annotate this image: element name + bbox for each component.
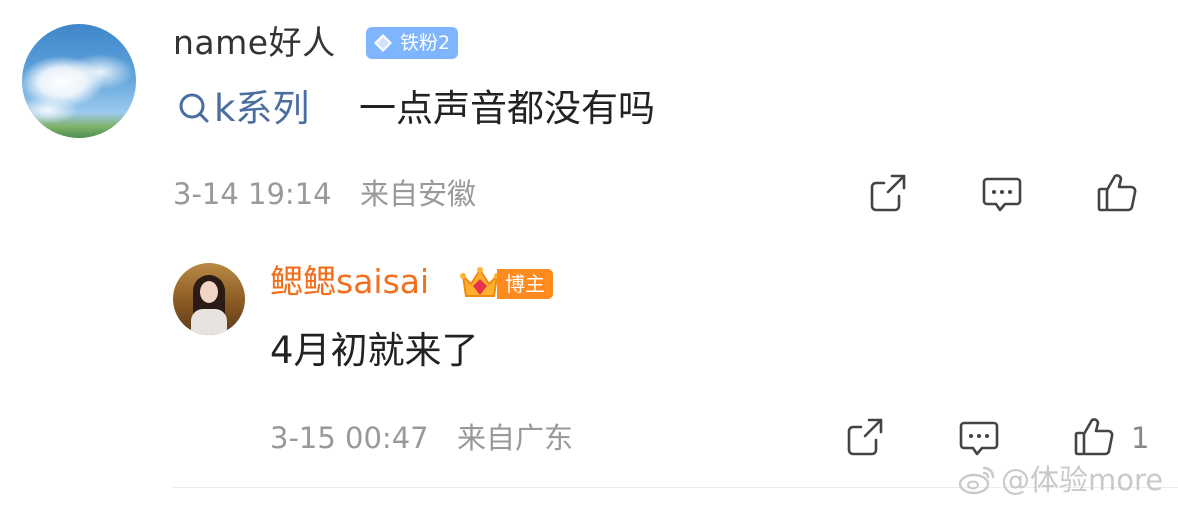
- like-count: 1: [1131, 421, 1150, 455]
- share-icon: [870, 174, 906, 212]
- comment-icon: [982, 177, 1022, 212]
- topic-label: k系列: [214, 87, 310, 130]
- reply-username[interactable]: 鳃鳃saisai: [270, 261, 429, 303]
- comment-icon: [959, 421, 999, 456]
- reply-avatar[interactable]: [173, 263, 245, 335]
- search-icon: [179, 93, 209, 123]
- comment-button[interactable]: [979, 170, 1025, 216]
- blogger-badge-label: 博主: [497, 269, 553, 299]
- diamond-icon: [374, 34, 392, 52]
- reply-meta: 3-15 00:47 来自广东: [270, 419, 573, 457]
- reply-share-button[interactable]: [843, 414, 889, 460]
- reply-text: 4月初就来了: [270, 329, 479, 372]
- avatar[interactable]: [22, 24, 136, 138]
- like-button[interactable]: [1094, 170, 1140, 216]
- avatar-face: [200, 281, 218, 303]
- like-icon: [1074, 418, 1114, 456]
- watermark-text: @体验more: [1001, 463, 1164, 497]
- reply-time: 3-15 00:47: [270, 421, 429, 455]
- share-icon: [847, 418, 883, 456]
- topic-link[interactable]: k系列: [176, 87, 321, 130]
- comment-username[interactable]: name好人: [173, 23, 336, 63]
- comment-text-row: k系列 一点声音都没有吗: [176, 86, 655, 132]
- reply-like-button[interactable]: [1071, 414, 1117, 460]
- crown-icon: [460, 267, 500, 297]
- comment-location: 来自安徽: [360, 177, 477, 211]
- avatar-body: [191, 309, 227, 335]
- comment-meta: 3-14 19:14 来自安徽: [173, 175, 476, 213]
- comment-time: 3-14 19:14: [173, 177, 332, 211]
- reply-location: 来自广东: [457, 421, 574, 455]
- comment-text: 一点声音都没有吗: [358, 87, 655, 130]
- fan-badge-label: 铁粉2: [400, 32, 451, 54]
- like-icon: [1097, 174, 1137, 212]
- share-button[interactable]: [866, 170, 912, 216]
- weibo-icon: [958, 466, 995, 495]
- reply-comment-button[interactable]: [956, 414, 1002, 460]
- fan-badge[interactable]: 铁粉2: [366, 27, 459, 59]
